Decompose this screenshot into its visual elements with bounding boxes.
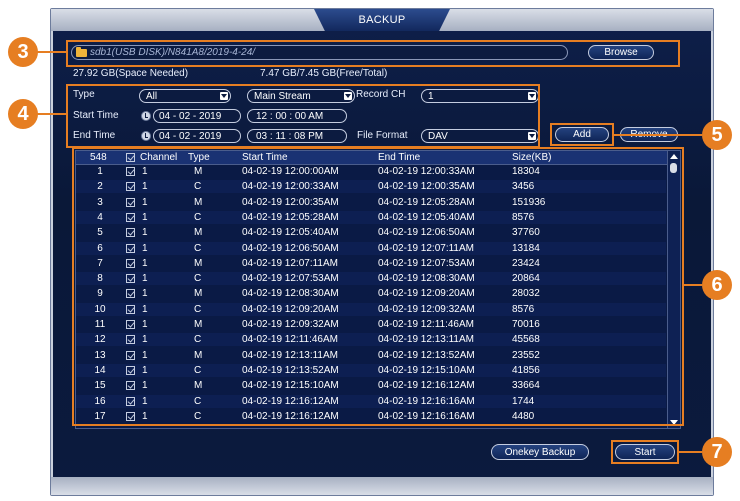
callout-box-path [66,40,680,67]
callout-leader [36,113,66,115]
callout-marker-3: 3 [8,37,38,67]
callout-marker-6: 6 [702,270,732,300]
callout-leader [679,451,702,453]
callout-box-add [550,123,614,146]
window-title: BACKUP [314,9,450,31]
callout-box-start [611,440,679,464]
callout-box-table [72,147,684,426]
callout-marker-5: 5 [702,120,732,150]
callout-marker-4: 4 [8,99,38,129]
callout-leader [36,51,66,53]
onekey-backup-button[interactable]: Onekey Backup [491,444,589,460]
callout-marker-7: 7 [702,437,732,467]
callout-box-filters [66,84,540,148]
space-needed: 27.92 GB(Space Needed) [73,68,189,79]
callout-leader [684,284,702,286]
bottom-bar [51,477,713,495]
space-free-total: 7.47 GB/7.45 GB(Free/Total) [260,68,388,79]
title-bar: BACKUP [51,9,713,31]
callout-leader [614,134,702,136]
